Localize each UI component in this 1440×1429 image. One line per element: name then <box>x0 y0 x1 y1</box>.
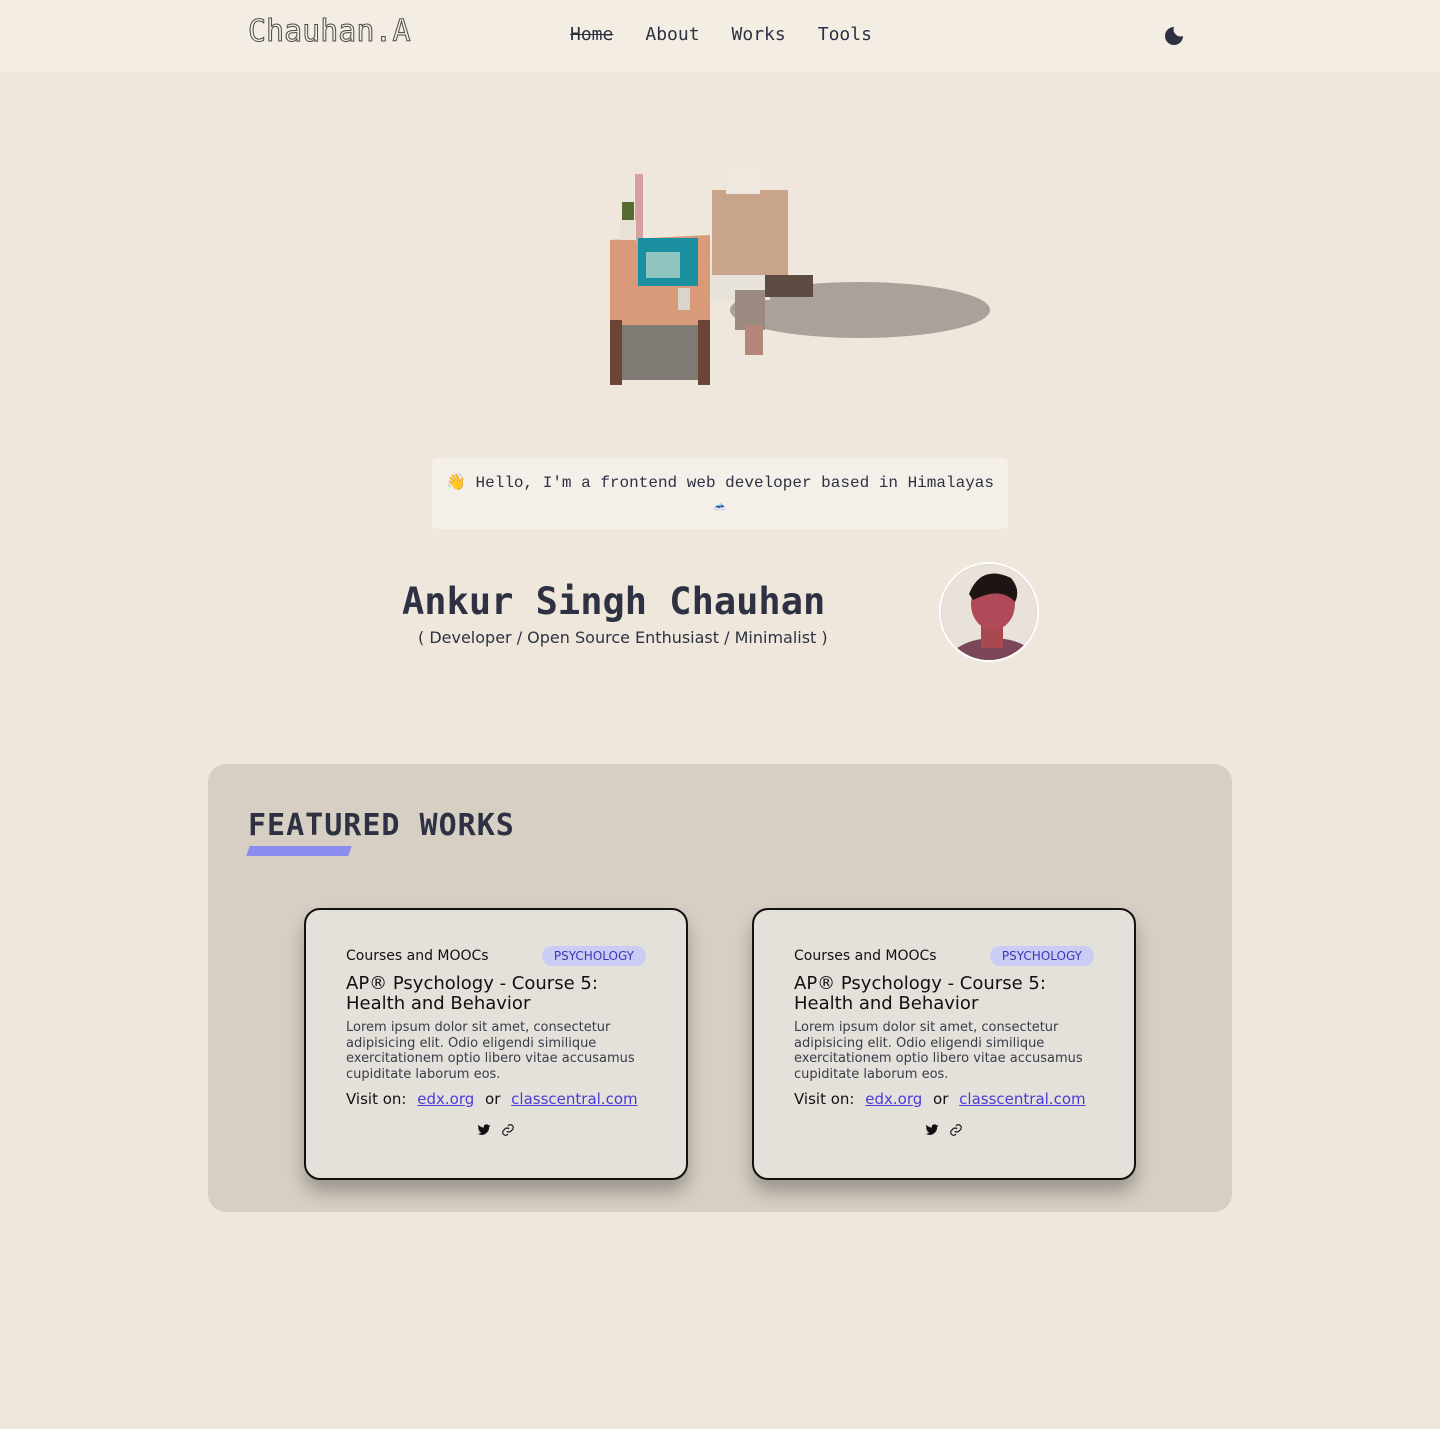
site-header: Chauhan.A Home About Works Tools <box>0 0 1440 72</box>
nav-home[interactable]: Home <box>570 24 613 45</box>
or-text: or <box>933 1090 949 1108</box>
twitter-icon[interactable] <box>925 1122 939 1136</box>
classcentral-link[interactable]: classcentral.com <box>511 1090 637 1108</box>
card-tag: PSYCHOLOGY <box>989 946 1094 966</box>
twitter-icon[interactable] <box>477 1122 491 1136</box>
card-title: AP® Psychology - Course 5: Health and Be… <box>794 973 1046 1014</box>
title-underline <box>246 846 352 856</box>
work-card: Courses and MOOCs PSYCHOLOGY AP® Psychol… <box>304 908 688 1180</box>
visit-label: Visit on: <box>794 1090 855 1108</box>
greeting-box: 👋 Hello, I'm a frontend web developer ba… <box>432 458 1008 529</box>
card-description: Lorem ipsum dolor sit amet, consectetur … <box>794 1020 1083 1082</box>
card-title: AP® Psychology - Course 5: Health and Be… <box>346 973 598 1014</box>
edx-link[interactable]: edx.org <box>865 1090 922 1108</box>
greeting-text: 👋 Hello, I'm a frontend web developer ba… <box>445 474 994 492</box>
card-description: Lorem ipsum dolor sit amet, consectetur … <box>346 1020 635 1082</box>
link-icon[interactable] <box>949 1122 963 1136</box>
work-card: Courses and MOOCs PSYCHOLOGY AP® Psychol… <box>752 908 1136 1180</box>
nav-works[interactable]: Works <box>732 24 786 45</box>
card-icons <box>794 1122 1094 1136</box>
moon-icon[interactable] <box>1162 24 1186 48</box>
classcentral-link[interactable]: classcentral.com <box>959 1090 1085 1108</box>
link-icon[interactable] <box>501 1122 515 1136</box>
site-logo[interactable]: Chauhan.A <box>248 14 412 50</box>
edx-link[interactable]: edx.org <box>417 1090 474 1108</box>
mountain-emoji: 🗻 <box>713 500 727 512</box>
card-tag: PSYCHOLOGY <box>541 946 646 966</box>
card-category: Courses and MOOCs <box>346 948 489 964</box>
card-visit-row: Visit on: edx.org or classcentral.com <box>794 1090 1094 1108</box>
avatar <box>939 562 1039 662</box>
page-title: Ankur Singh Chauhan <box>402 580 826 623</box>
voxel-desk-illustration <box>560 160 1000 400</box>
tagline: ( Developer / Open Source Enthusiast / M… <box>418 628 828 647</box>
card-icons <box>346 1122 646 1136</box>
nav-about[interactable]: About <box>645 24 699 45</box>
card-visit-row: Visit on: edx.org or classcentral.com <box>346 1090 646 1108</box>
or-text: or <box>485 1090 501 1108</box>
main-nav: Home About Works Tools <box>570 24 872 45</box>
featured-works-section: FEATURED WORKS Courses and MOOCs PSYCHOL… <box>208 764 1232 1212</box>
featured-works-title: FEATURED WORKS <box>248 808 515 843</box>
card-category: Courses and MOOCs <box>794 948 937 964</box>
nav-tools[interactable]: Tools <box>818 24 872 45</box>
visit-label: Visit on: <box>346 1090 407 1108</box>
